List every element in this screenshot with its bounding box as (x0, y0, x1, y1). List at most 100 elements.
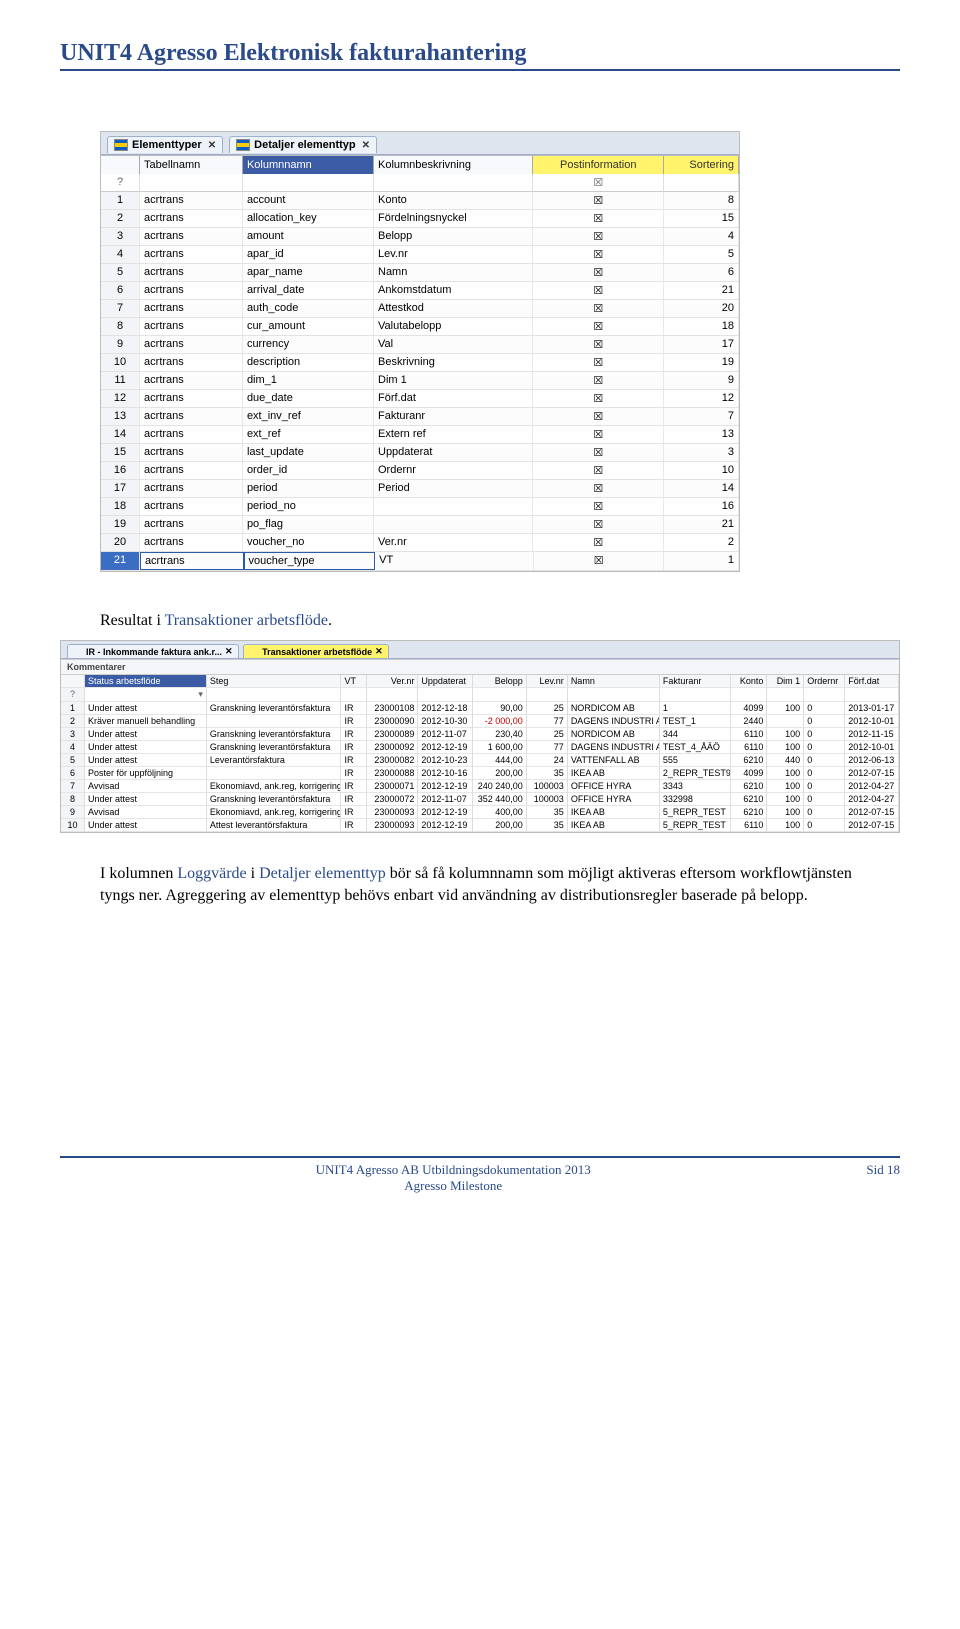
cell-kolumnbeskrivning[interactable]: Fakturanr (374, 408, 533, 425)
cell-postinformation[interactable]: ☒ (533, 228, 664, 245)
cell-kolumnnamn[interactable]: auth_code (243, 300, 374, 317)
checkbox-icon[interactable]: ☒ (593, 284, 603, 297)
cell-vt[interactable]: IR (341, 754, 367, 767)
cell-forfdat[interactable]: 2012-04-27 (845, 793, 899, 806)
cell-postinformation[interactable]: ☒ (533, 264, 664, 281)
table-row[interactable]: 8acrtranscur_amountValutabelopp☒18 (101, 318, 739, 336)
cell-postinformation[interactable]: ☒ (533, 426, 664, 443)
col-header-steg[interactable]: Steg (207, 675, 342, 688)
cell-ordernr[interactable]: 0 (804, 702, 845, 715)
checkbox-icon[interactable]: ☒ (594, 554, 604, 567)
table-row[interactable]: 3Under attestGranskning leverantörsfaktu… (61, 728, 899, 741)
cell-status[interactable]: Avvisad (85, 806, 207, 819)
cell-forfdat[interactable]: 2012-11-15 (845, 728, 899, 741)
cell-vt[interactable]: IR (341, 793, 367, 806)
cell-kolumnnamn[interactable]: last_update (243, 444, 374, 461)
cell-namn[interactable]: OFFICE HYRA (568, 793, 660, 806)
cell-namn[interactable]: NORDICOM AB (568, 728, 660, 741)
cell-fakturanr[interactable]: 5_REPR_TEST (660, 806, 731, 819)
cell-steg[interactable]: Ekonomiavd, ank.reg, korrigering (207, 780, 342, 793)
cell-levnr[interactable]: 35 (527, 806, 568, 819)
cell-levnr[interactable]: 24 (527, 754, 568, 767)
cell-postinformation[interactable]: ☒ (533, 498, 664, 515)
filter-cell[interactable] (845, 688, 899, 702)
cell-status[interactable]: Under attest (85, 754, 207, 767)
cell-sortering[interactable]: 10 (664, 462, 739, 479)
filter-cell[interactable] (243, 174, 374, 192)
table-row[interactable]: 1acrtransaccountKonto☒8 (101, 192, 739, 210)
cell-forfdat[interactable]: 2012-07-15 (845, 819, 899, 832)
cell-fakturanr[interactable]: 332998 (660, 793, 731, 806)
cell-postinformation[interactable]: ☒ (533, 390, 664, 407)
grid-filter-row[interactable]: ? ☒ (101, 174, 739, 192)
cell-tabellnamn[interactable]: acrtrans (140, 498, 243, 515)
table-row[interactable]: 9AvvisadEkonomiavd, ank.reg, korrigering… (61, 806, 899, 819)
cell-sortering[interactable]: 7 (664, 408, 739, 425)
cell-kolumnbeskrivning[interactable]: Extern ref (374, 426, 533, 443)
cell-kolumnnamn[interactable]: allocation_key (243, 210, 374, 227)
cell-postinformation[interactable]: ☒ (534, 552, 665, 570)
cell-steg[interactable]: Ekonomiavd, ank.reg, korrigering (207, 806, 342, 819)
tab-detaljer-elementtyp[interactable]: Detaljer elementtyp ✕ (229, 136, 377, 153)
filter-cell[interactable] (804, 688, 845, 702)
cell-uppdaterat[interactable]: 2012-12-19 (418, 819, 473, 832)
cell-forfdat[interactable]: 2012-07-15 (845, 767, 899, 780)
cell-kolumnnamn[interactable]: account (243, 192, 374, 209)
cell-ordernr[interactable]: 0 (804, 754, 845, 767)
cell-kolumnbeskrivning[interactable]: Dim 1 (374, 372, 533, 389)
cell-kolumnbeskrivning[interactable]: Uppdaterat (374, 444, 533, 461)
cell-steg[interactable] (207, 767, 342, 780)
cell-ordernr[interactable]: 0 (804, 767, 845, 780)
cell-belopp[interactable]: -2 000,00 (473, 715, 527, 728)
close-icon[interactable]: ✕ (362, 140, 370, 151)
cell-tabellnamn[interactable]: acrtrans (140, 210, 243, 227)
cell-ordernr[interactable]: 0 (804, 780, 845, 793)
cell-belopp[interactable]: 200,00 (473, 819, 527, 832)
filter-cell[interactable] (660, 688, 731, 702)
cell-postinformation[interactable]: ☒ (533, 372, 664, 389)
cell-tabellnamn[interactable]: acrtrans (140, 480, 243, 497)
tab-ir-inkommande[interactable]: IR - Inkommande faktura ank.r... ✕ (67, 644, 239, 658)
cell-kolumnbeskrivning[interactable]: Namn (374, 264, 533, 281)
table-row[interactable]: 17acrtransperiodPeriod☒14 (101, 480, 739, 498)
cell-kolumnbeskrivning[interactable]: Förf.dat (374, 390, 533, 407)
cell-postinformation[interactable]: ☒ (533, 210, 664, 227)
cell-steg[interactable]: Granskning leverantörsfaktura (207, 702, 342, 715)
cell-vernr[interactable]: 23000093 (367, 819, 418, 832)
cell-sortering[interactable]: 18 (664, 318, 739, 335)
filter-cell[interactable] (731, 688, 768, 702)
cell-kolumnnamn[interactable]: po_flag (243, 516, 374, 533)
col-header-sortering[interactable]: Sortering (664, 156, 739, 174)
cell-uppdaterat[interactable]: 2012-10-30 (418, 715, 473, 728)
filter-cell[interactable] (473, 688, 527, 702)
cell-kolumnnamn[interactable]: apar_id (243, 246, 374, 263)
col-header-vt[interactable]: VT (341, 675, 367, 688)
cell-dim1[interactable]: 100 (767, 767, 804, 780)
col-header-kolumnnamn[interactable]: Kolumnnamn (243, 156, 374, 174)
col-header-status[interactable]: Status arbetsflöde (85, 675, 207, 688)
checkbox-icon[interactable]: ☒ (593, 194, 603, 207)
checkbox-icon[interactable]: ☒ (593, 410, 603, 423)
cell-belopp[interactable]: 444,00 (473, 754, 527, 767)
cell-vernr[interactable]: 23000082 (367, 754, 418, 767)
cell-belopp[interactable]: 90,00 (473, 702, 527, 715)
cell-levnr[interactable]: 100003 (527, 780, 568, 793)
checkbox-icon[interactable]: ☒ (593, 374, 603, 387)
tab-transaktioner-arbetsflode[interactable]: Transaktioner arbetsflöde ✕ (243, 644, 389, 658)
table-row[interactable]: 15acrtranslast_updateUppdaterat☒3 (101, 444, 739, 462)
filter-cell[interactable]: ? (61, 688, 85, 702)
checkbox-icon[interactable]: ☒ (593, 320, 603, 333)
cell-kolumnnamn[interactable]: arrival_date (243, 282, 374, 299)
kommentarer-bar[interactable]: Kommentarer (61, 659, 899, 675)
cell-forfdat[interactable]: 2012-07-15 (845, 806, 899, 819)
cell-uppdaterat[interactable]: 2012-12-19 (418, 741, 473, 754)
table-row[interactable]: 2Kräver manuell behandlingIR230000902012… (61, 715, 899, 728)
cell-sortering[interactable]: 19 (664, 354, 739, 371)
cell-kolumnbeskrivning[interactable]: Ordernr (374, 462, 533, 479)
cell-tabellnamn[interactable]: acrtrans (140, 246, 243, 263)
cell-sortering[interactable]: 14 (664, 480, 739, 497)
cell-ordernr[interactable]: 0 (804, 793, 845, 806)
table-row[interactable]: 7AvvisadEkonomiavd, ank.reg, korrigering… (61, 780, 899, 793)
cell-dim1[interactable]: 440 (767, 754, 804, 767)
cell-kolumnnamn[interactable]: voucher_type (244, 552, 376, 570)
